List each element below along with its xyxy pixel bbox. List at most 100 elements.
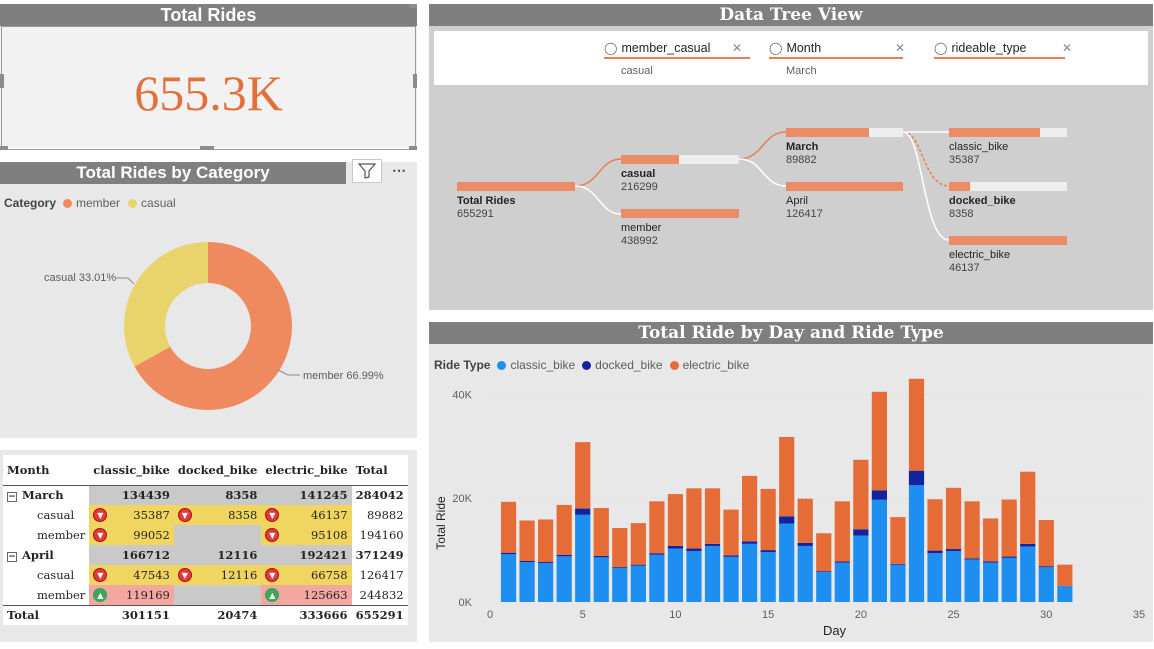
bar-classic-bike-day-7[interactable]	[612, 567, 628, 602]
bar-classic-bike-day-14[interactable]	[741, 543, 758, 602]
bar-classic-bike-day-23[interactable]	[908, 485, 925, 602]
bar-docked-bike-day-7[interactable]	[612, 566, 628, 568]
bar-docked-bike-day-26[interactable]	[964, 558, 980, 560]
bar-docked-bike-day-4[interactable]	[556, 554, 572, 557]
collapse-icon[interactable]: −	[7, 492, 17, 503]
column-header-docked-bike[interactable]: docked_bike	[173, 455, 262, 486]
bar-docked-bike-day-16[interactable]	[779, 516, 795, 524]
data-tree-card[interactable]: Data Tree View ◯ member_casual ✕ casual ◯…	[429, 4, 1153, 310]
bar-classic-bike-day-1[interactable]	[500, 554, 517, 602]
bar-classic-bike-day-25[interactable]	[945, 551, 962, 602]
bar-electric-bike-day-13[interactable]	[723, 509, 739, 556]
stacked-bar-chart[interactable]: 0K 20K 40K 0 5 10 15 20 25 30 35 Day Total Ride	[429, 322, 1153, 642]
bar-electric-bike-day-3[interactable]	[538, 519, 554, 563]
bar-classic-bike-day-18[interactable]	[816, 571, 832, 602]
bar-electric-bike-day-31[interactable]	[1057, 564, 1073, 586]
bar-electric-bike-day-6[interactable]	[593, 508, 609, 556]
resize-handle-bottom-right[interactable]	[409, 146, 417, 150]
row-header[interactable]: − April	[3, 545, 89, 565]
bar-classic-bike-day-17[interactable]	[797, 545, 813, 602]
bar-classic-bike-day-26[interactable]	[964, 559, 980, 602]
bar-classic-bike-day-21[interactable]	[871, 499, 888, 602]
row-header[interactable]: casual	[3, 505, 89, 525]
bar-docked-bike-day-25[interactable]	[945, 549, 962, 552]
bar-classic-bike-day-8[interactable]	[630, 565, 646, 602]
bar-classic-bike-day-6[interactable]	[593, 557, 609, 602]
row-header[interactable]: member	[3, 525, 89, 545]
bar-electric-bike-day-10[interactable]	[667, 494, 684, 546]
bar-classic-bike-day-30[interactable]	[1038, 567, 1054, 602]
bar-classic-bike-day-27[interactable]	[983, 562, 999, 602]
bar-docked-bike-day-6[interactable]	[593, 555, 609, 558]
slice-casual[interactable]	[123, 242, 208, 367]
bar-docked-bike-day-17[interactable]	[797, 542, 813, 546]
bar-docked-bike-day-9[interactable]	[649, 553, 665, 555]
tree-node-march[interactable]: March 89882	[786, 128, 903, 167]
bar-docked-bike-day-2[interactable]	[519, 560, 535, 563]
bar-docked-bike-day-13[interactable]	[723, 555, 739, 557]
tree-node-casual[interactable]: casual 216299	[621, 155, 739, 194]
bar-electric-bike-day-21[interactable]	[871, 391, 888, 491]
column-header-electric-bike[interactable]: electric_bike	[261, 455, 352, 486]
resize-handle-right[interactable]	[413, 74, 417, 88]
bar-classic-bike-day-12[interactable]	[704, 545, 721, 602]
tree-node-classic-bike[interactable]: classic_bike 35387	[949, 128, 1067, 167]
row-header[interactable]: casual	[3, 565, 89, 585]
bar-classic-bike-day-31[interactable]	[1057, 585, 1073, 602]
column-header-month[interactable]: Month	[3, 455, 90, 486]
bar-classic-bike-day-2[interactable]	[519, 562, 535, 602]
resize-handle-top-right[interactable]	[409, 4, 417, 8]
bar-docked-bike-day-12[interactable]	[704, 543, 721, 546]
bar-classic-bike-day-9[interactable]	[649, 554, 665, 602]
bar-docked-bike-day-27[interactable]	[983, 561, 999, 563]
bar-classic-bike-day-15[interactable]	[760, 552, 776, 602]
bar-electric-bike-day-28[interactable]	[1001, 499, 1017, 557]
bar-classic-bike-day-16[interactable]	[779, 523, 795, 602]
bar-classic-bike-day-13[interactable]	[723, 556, 739, 602]
bar-electric-bike-day-8[interactable]	[630, 523, 646, 565]
bar-classic-bike-day-4[interactable]	[556, 556, 572, 602]
bar-docked-bike-day-10[interactable]	[667, 545, 684, 549]
bar-classic-bike-day-22[interactable]	[890, 564, 906, 602]
bar-docked-bike-day-29[interactable]	[1020, 543, 1036, 547]
tree-node-electric-bike[interactable]: electric_bike 46137	[949, 236, 1067, 275]
bar-classic-bike-day-28[interactable]	[1001, 557, 1017, 602]
bar-electric-bike-day-19[interactable]	[834, 501, 850, 562]
bar-classic-bike-day-11[interactable]	[686, 551, 702, 602]
bar-docked-bike-day-19[interactable]	[834, 561, 850, 563]
tree-node-april[interactable]: April 126417	[786, 182, 903, 221]
bar-classic-bike-day-19[interactable]	[834, 562, 850, 602]
bar-electric-bike-day-14[interactable]	[741, 475, 758, 542]
bar-electric-bike-day-29[interactable]	[1020, 471, 1036, 544]
bar-electric-bike-day-16[interactable]	[779, 436, 795, 517]
bar-electric-bike-day-5[interactable]	[575, 442, 591, 509]
bar-docked-bike-day-22[interactable]	[890, 563, 906, 565]
tree-node-docked-bike[interactable]: docked_bike 8358	[949, 182, 1067, 221]
bar-docked-bike-day-18[interactable]	[816, 571, 832, 572]
bar-docked-bike-day-21[interactable]	[871, 490, 888, 500]
bar-classic-bike-day-3[interactable]	[538, 563, 554, 602]
bar-electric-bike-day-17[interactable]	[797, 498, 813, 543]
bar-docked-bike-day-24[interactable]	[927, 550, 943, 554]
bar-electric-bike-day-22[interactable]	[890, 517, 906, 564]
bar-electric-bike-day-11[interactable]	[686, 488, 702, 549]
rides-by-day-card[interactable]: Total Ride by Day and Ride Type Ride Typ…	[429, 322, 1153, 642]
bar-electric-bike-day-27[interactable]	[983, 518, 999, 562]
row-header[interactable]: member	[3, 585, 89, 605]
bar-electric-bike-day-12[interactable]	[704, 488, 721, 544]
bar-docked-bike-day-23[interactable]	[908, 470, 925, 486]
row-header[interactable]: − March	[3, 485, 89, 505]
bar-electric-bike-day-20[interactable]	[853, 459, 869, 530]
bar-docked-bike-day-8[interactable]	[630, 564, 646, 566]
column-header-classic-bike[interactable]: classic_bike	[89, 455, 174, 486]
bar-docked-bike-day-1[interactable]	[500, 552, 517, 555]
bar-electric-bike-day-4[interactable]	[556, 504, 572, 555]
bar-electric-bike-day-23[interactable]	[908, 378, 925, 471]
bar-docked-bike-day-20[interactable]	[853, 529, 869, 536]
bar-classic-bike-day-5[interactable]	[575, 514, 591, 602]
donut-chart[interactable]: casual 33.01% member 66.99%	[0, 162, 417, 438]
bar-electric-bike-day-9[interactable]	[649, 501, 665, 554]
bar-docked-bike-day-15[interactable]	[760, 550, 776, 553]
tree-node-total-rides[interactable]: Total Rides 655291	[457, 182, 575, 221]
bar-docked-bike-day-30[interactable]	[1038, 566, 1054, 568]
